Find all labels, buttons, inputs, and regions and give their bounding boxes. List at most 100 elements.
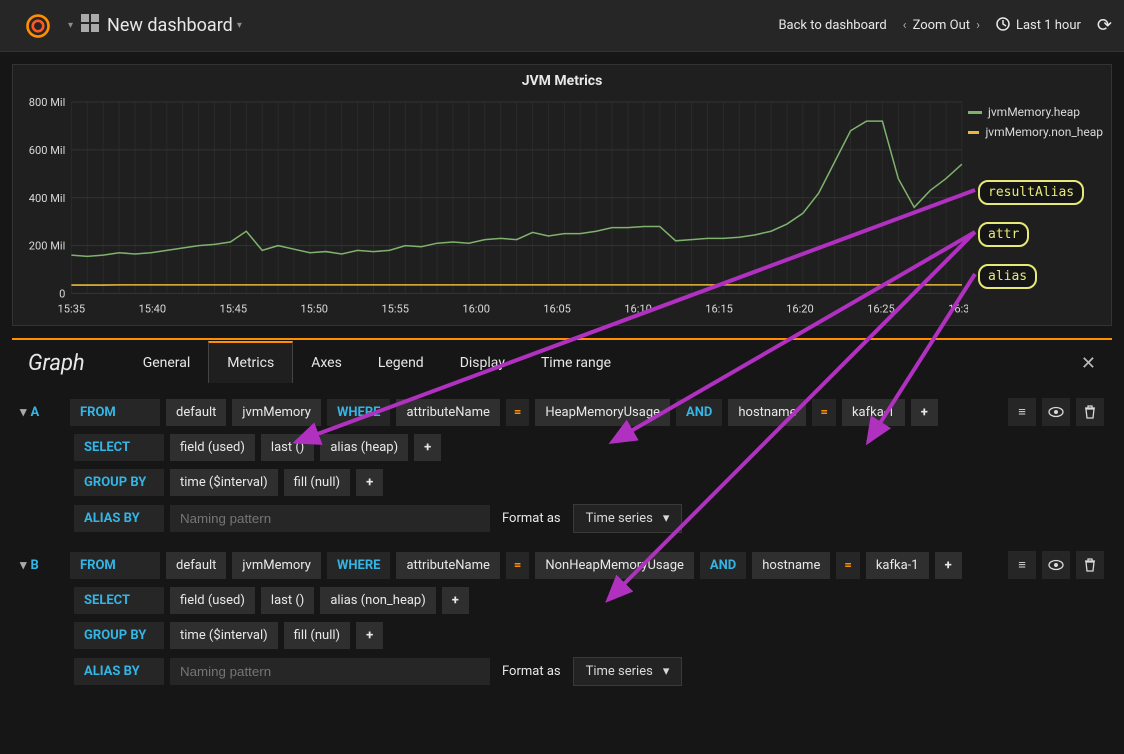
dashboard-title: New dashboard xyxy=(107,15,233,36)
delete-query-icon[interactable] xyxy=(1076,398,1104,426)
policy-token[interactable]: default xyxy=(166,552,226,579)
groupby-time-token[interactable]: time ($interval) xyxy=(170,469,278,496)
add-tag-button[interactable]: + xyxy=(935,552,962,579)
tag-key-token[interactable]: attributeName xyxy=(396,399,499,426)
annotation-resultalias: resultAlias xyxy=(978,180,1084,205)
groupby-time-token[interactable]: time ($interval) xyxy=(170,622,278,649)
query-letter-toggle[interactable]: ▾ A xyxy=(20,405,64,420)
back-to-dashboard[interactable]: Back to dashboard xyxy=(778,18,886,33)
panel-title[interactable]: JVM Metrics xyxy=(13,65,1111,97)
chart-panel: JVM Metrics 0200 Mil400 Mil600 Mil800 Mi… xyxy=(12,64,1112,326)
add-groupby-button[interactable]: + xyxy=(356,622,383,649)
select-field-token[interactable]: field (used) xyxy=(170,434,255,461)
select-agg-token[interactable]: last () xyxy=(261,434,314,461)
delete-query-icon[interactable] xyxy=(1076,551,1104,579)
query-aliasby-row: ALIAS BY Format as Time series ▾ xyxy=(12,653,1112,690)
from-keyword: FROM xyxy=(70,552,160,579)
groupby-fill-token[interactable]: fill (null) xyxy=(284,469,350,496)
svg-text:15:35: 15:35 xyxy=(58,303,86,316)
editor-type-title[interactable]: Graph xyxy=(28,351,85,376)
add-groupby-button[interactable]: + xyxy=(356,469,383,496)
add-tag-button[interactable]: + xyxy=(911,399,938,426)
chevron-right-icon[interactable]: › xyxy=(976,18,980,33)
grafana-logo[interactable] xyxy=(12,6,64,46)
groupby-keyword: GROUP BY xyxy=(74,622,164,649)
time-range-picker[interactable]: Last 1 hour xyxy=(996,17,1081,35)
svg-text:15:40: 15:40 xyxy=(139,303,167,316)
toggle-visibility-icon[interactable] xyxy=(1042,398,1070,426)
tab-general[interactable]: General xyxy=(125,343,209,383)
tag-value-token[interactable]: HeapMemoryUsage xyxy=(535,399,670,426)
chart-canvas[interactable]: 0200 Mil400 Mil600 Mil800 Mil15:3515:401… xyxy=(21,97,968,317)
zoom-out-button[interactable]: Zoom Out xyxy=(913,18,970,33)
tag-value-token[interactable]: kafka-1 xyxy=(842,399,905,426)
select-keyword: SELECT xyxy=(74,587,164,614)
tab-metrics[interactable]: Metrics xyxy=(208,341,293,383)
editor-tabs: General Metrics Axes Legend Display Time… xyxy=(125,343,629,383)
measurement-token[interactable]: jvmMemory xyxy=(232,399,321,426)
select-alias-token[interactable]: alias (non_heap) xyxy=(320,587,435,614)
svg-text:800 Mil: 800 Mil xyxy=(29,97,65,109)
query-letter-toggle[interactable]: ▾ B xyxy=(20,558,64,573)
alias-pattern-input[interactable] xyxy=(170,505,490,532)
alias-pattern-input[interactable] xyxy=(170,658,490,685)
format-as-label: Format as xyxy=(496,511,567,526)
measurement-token[interactable]: jvmMemory xyxy=(232,552,321,579)
select-alias-token[interactable]: alias (heap) xyxy=(320,434,408,461)
queries-container: ▾ A FROM default jvmMemory WHERE attribu… xyxy=(12,386,1112,698)
panel-editor: Graph General Metrics Axes Legend Displa… xyxy=(12,338,1112,698)
query-groupby-row: GROUP BY time ($interval) fill (null) + xyxy=(12,618,1112,653)
equals-operator[interactable]: = xyxy=(506,552,529,579)
chevron-left-icon[interactable]: ‹ xyxy=(903,18,907,33)
svg-text:400 Mil: 400 Mil xyxy=(29,192,65,205)
query-menu-icon[interactable]: ≡ xyxy=(1008,398,1036,426)
legend-item-heap[interactable]: jvmMemory.heap xyxy=(968,105,1103,119)
svg-text:16:05: 16:05 xyxy=(543,303,571,316)
tag-value-token[interactable]: kafka-1 xyxy=(866,552,929,579)
dashboard-picker[interactable]: New dashboard ▾ xyxy=(81,14,242,37)
add-select-button[interactable]: + xyxy=(414,434,441,461)
svg-text:15:55: 15:55 xyxy=(381,303,409,316)
close-editor-icon[interactable]: ✕ xyxy=(1081,353,1096,374)
caret-down-icon: ▾ xyxy=(20,405,27,420)
query-select-row: SELECT field (used) last () alias (heap)… xyxy=(12,430,1112,465)
legend-swatch xyxy=(968,131,979,134)
select-agg-token[interactable]: last () xyxy=(261,587,314,614)
svg-text:200 Mil: 200 Mil xyxy=(29,240,65,253)
tab-time-range[interactable]: Time range xyxy=(523,343,629,383)
and-keyword: AND xyxy=(700,552,746,579)
tab-axes[interactable]: Axes xyxy=(293,343,360,383)
legend-item-nonheap[interactable]: jvmMemory.non_heap xyxy=(968,125,1103,139)
svg-text:16:25: 16:25 xyxy=(867,303,895,316)
format-as-select[interactable]: Time series ▾ xyxy=(573,657,683,686)
add-select-button[interactable]: + xyxy=(442,587,469,614)
svg-text:16:30: 16:30 xyxy=(948,303,968,316)
legend-swatch xyxy=(968,111,982,114)
query-menu-icon[interactable]: ≡ xyxy=(1008,551,1036,579)
tab-display[interactable]: Display xyxy=(442,343,523,383)
tab-legend[interactable]: Legend xyxy=(360,343,442,383)
policy-token[interactable]: default xyxy=(166,399,226,426)
caret-down-icon: ▾ xyxy=(663,664,670,679)
svg-text:15:50: 15:50 xyxy=(300,303,328,316)
tag-key-token[interactable]: attributeName xyxy=(396,552,499,579)
refresh-button[interactable]: ⟳ xyxy=(1097,15,1112,36)
select-field-token[interactable]: field (used) xyxy=(170,587,255,614)
tag-key-token[interactable]: hostname xyxy=(752,552,830,579)
tag-key-token[interactable]: hostname xyxy=(728,399,806,426)
svg-text:16:15: 16:15 xyxy=(705,303,733,316)
tag-value-token[interactable]: NonHeapMemoryUsage xyxy=(535,552,694,579)
svg-text:16:20: 16:20 xyxy=(786,303,814,316)
groupby-fill-token[interactable]: fill (null) xyxy=(284,622,350,649)
query-groupby-row: GROUP BY time ($interval) fill (null) + xyxy=(12,465,1112,500)
equals-operator[interactable]: = xyxy=(812,399,835,426)
app-menu-chevron[interactable]: ▾ xyxy=(68,20,73,31)
toggle-visibility-icon[interactable] xyxy=(1042,551,1070,579)
format-as-select[interactable]: Time series ▾ xyxy=(573,504,683,533)
svg-text:15:45: 15:45 xyxy=(219,303,247,316)
query-aliasby-row: ALIAS BY Format as Time series ▾ xyxy=(12,500,1112,537)
svg-text:0: 0 xyxy=(59,287,65,300)
equals-operator[interactable]: = xyxy=(506,399,529,426)
top-nav: ▾ New dashboard ▾ Back to dashboard ‹ Zo… xyxy=(0,0,1124,52)
equals-operator[interactable]: = xyxy=(836,552,859,579)
